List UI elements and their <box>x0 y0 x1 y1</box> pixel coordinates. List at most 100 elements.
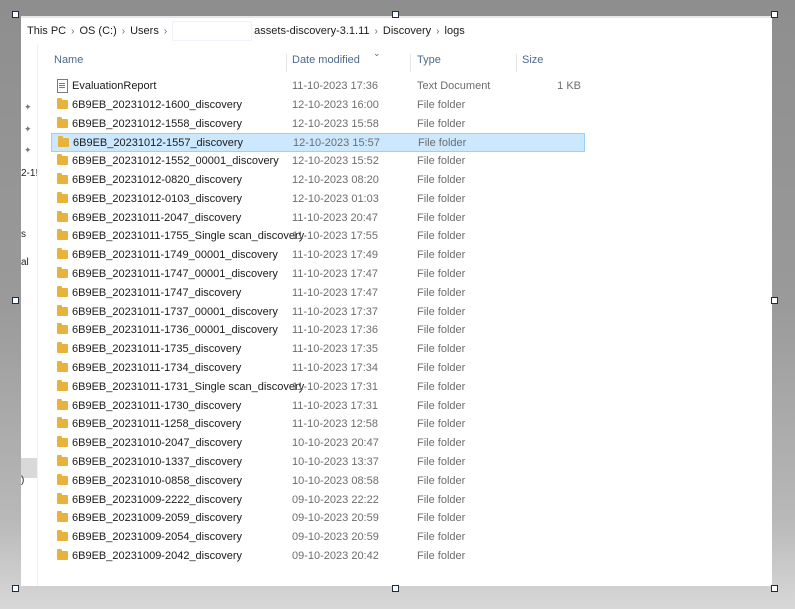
file-row[interactable]: 6B9EB_20231009-2059_discovery 09-10-2023 … <box>51 509 585 528</box>
nav-item-fragment[interactable]: ) <box>21 475 37 486</box>
file-row[interactable]: 6B9EB_20231012-0103_discovery 12-10-2023 … <box>51 190 585 209</box>
file-date-modified: 10-10-2023 13:37 <box>292 456 379 468</box>
column-name[interactable]: Name <box>54 54 287 72</box>
selection-handle[interactable] <box>12 11 19 18</box>
file-date-modified: 11-10-2023 17:35 <box>292 343 379 356</box>
file-date-modified: 10-10-2023 08:58 <box>292 474 379 487</box>
file-name: 6B9EB_20231011-1730_discovery <box>72 399 242 412</box>
file-date-modified: 11-10-2023 17:36 <box>292 80 379 92</box>
breadcrumb-os-drive[interactable]: OS (C:) <box>79 25 116 37</box>
selection-handle[interactable] <box>12 297 19 304</box>
selection-handle[interactable] <box>771 297 778 304</box>
breadcrumb-logs[interactable]: logs <box>445 25 465 37</box>
file-row[interactable]: 6B9EB_20231009-2054_discovery 09-10-2023 … <box>51 528 585 547</box>
folder-icon <box>57 530 68 542</box>
breadcrumb[interactable]: This PC › OS (C:) › Users › assets-disco… <box>21 18 772 44</box>
folder-icon <box>57 455 68 466</box>
file-date-modified: 11-10-2023 20:47 <box>292 211 379 224</box>
column-type[interactable]: Type <box>417 54 517 72</box>
file-name: 6B9EB_20231010-2047_discovery <box>72 437 243 450</box>
file-name: 6B9EB_20231011-1258_discovery <box>72 418 242 431</box>
file-type: Text Document <box>417 80 491 92</box>
file-type: File folder <box>417 456 466 468</box>
file-name: 6B9EB_20231011-1731_Single scan_discover… <box>72 380 305 393</box>
file-row[interactable]: 6B9EB_20231009-2222_discovery 09-10-2023 … <box>51 491 585 510</box>
file-name: 6B9EB_20231011-1747_00001_discovery <box>72 268 278 280</box>
file-date-modified: 11-10-2023 17:31 <box>292 399 379 412</box>
chevron-right-icon: › <box>374 25 378 37</box>
file-row[interactable]: 6B9EB_20231012-0820_discovery 12-10-2023 … <box>51 171 585 190</box>
file-name: 6B9EB_20231012-1557_discovery <box>73 137 244 150</box>
file-type: File folder <box>417 362 466 374</box>
file-name: 6B9EB_20231012-0820_discovery <box>72 174 243 186</box>
folder-icon <box>57 492 68 504</box>
breadcrumb-assets-discovery[interactable]: assets-discovery-3.1.11 <box>254 25 369 37</box>
selection-handle[interactable] <box>771 11 778 18</box>
folder-icon <box>57 398 68 410</box>
file-type: File folder <box>417 230 466 243</box>
file-name: 6B9EB_20231012-1552_00001_discovery <box>72 155 279 168</box>
pin-icon: ✦ <box>24 102 32 112</box>
file-type: File folder <box>417 324 466 337</box>
file-row[interactable]: 6B9EB_20231011-1735_discovery 11-10-2023 … <box>51 340 585 359</box>
file-row[interactable]: 6B9EB_20231011-2047_discovery 11-10-2023 … <box>51 209 585 228</box>
file-row[interactable]: 6B9EB_20231011-1747_00001_discovery 11-10… <box>51 265 585 284</box>
pin-icon: ✦ <box>24 145 32 155</box>
selection-handle[interactable] <box>392 585 399 592</box>
file-type: File folder <box>417 155 466 168</box>
file-row[interactable]: 6B9EB_20231011-1734_discovery 11-10-2023 … <box>51 359 585 378</box>
column-date-modified[interactable]: Date modified <box>292 54 411 72</box>
file-row[interactable]: EvaluationReport 11-10-2023 17:36 Text Doc… <box>51 77 585 96</box>
file-row[interactable]: 6B9EB_20231012-1558_discovery 12-10-2023 … <box>51 115 585 134</box>
file-name: 6B9EB_20231011-1737_00001_discovery <box>72 305 278 318</box>
navigation-pane[interactable]: ✦ ✦ ✦ 2-1! s al ) <box>21 44 38 586</box>
file-row[interactable]: 6B9EB_20231011-1258_discovery 11-10-2023 … <box>51 415 585 434</box>
nav-item-fragment[interactable]: s <box>21 229 37 240</box>
folder-icon <box>57 473 68 485</box>
file-row[interactable]: 6B9EB_20231011-1749_00001_discovery 11-10… <box>51 246 585 265</box>
column-header: ⌄ Name Date modified Type Size <box>51 48 771 72</box>
selection-handle[interactable] <box>771 585 778 592</box>
selection-handle[interactable] <box>12 585 19 592</box>
folder-icon <box>57 361 68 372</box>
file-name: 6B9EB_20231009-2042_discovery <box>72 550 243 562</box>
selection-handle[interactable] <box>392 11 399 18</box>
file-type: File folder <box>417 380 466 393</box>
column-size[interactable]: Size <box>522 54 582 72</box>
breadcrumb-this-pc[interactable]: This PC <box>27 25 66 37</box>
file-row[interactable]: 6B9EB_20231010-0858_discovery 10-10-2023 … <box>51 472 585 491</box>
file-row[interactable]: 6B9EB_20231012-1552_00001_discovery 12-10… <box>51 152 585 171</box>
folder-icon <box>57 97 68 109</box>
file-name: 6B9EB_20231010-1337_discovery <box>72 456 243 468</box>
file-type: File folder <box>417 192 466 205</box>
file-name: 6B9EB_20231012-1558_discovery <box>72 117 243 130</box>
file-name: 6B9EB_20231012-1600_discovery <box>72 98 243 111</box>
folder-icon <box>57 379 68 391</box>
breadcrumb-discovery[interactable]: Discovery <box>383 25 431 37</box>
file-row[interactable]: 6B9EB_20231010-1337_discovery 10-10-2023 … <box>51 453 585 472</box>
file-type: File folder <box>417 437 466 450</box>
file-name: 6B9EB_20231010-0858_discovery <box>72 474 243 487</box>
file-type: File folder <box>417 512 466 525</box>
file-name: 6B9EB_20231009-2054_discovery <box>72 531 243 544</box>
nav-item-fragment[interactable]: al <box>21 257 37 268</box>
file-date-modified: 12-10-2023 15:57 <box>293 137 380 150</box>
breadcrumb-users[interactable]: Users <box>130 25 159 37</box>
file-row[interactable]: 6B9EB_20231010-2047_discovery 10-10-2023 … <box>51 434 585 453</box>
file-row[interactable]: 6B9EB_20231011-1747_discovery 11-10-2023 … <box>51 284 585 303</box>
file-row[interactable]: 6B9EB_20231011-1731_Single scan_discover… <box>51 378 585 397</box>
file-date-modified: 11-10-2023 17:34 <box>292 362 379 374</box>
breadcrumb-redacted-user[interactable] <box>172 21 253 41</box>
file-date-modified: 11-10-2023 17:36 <box>292 324 379 337</box>
file-type: File folder <box>417 399 466 412</box>
file-row[interactable]: 6B9EB_20231011-1736_00001_discovery 11-10… <box>51 321 585 340</box>
file-row-selected[interactable]: 6B9EB_20231012-1557_discovery 12-10-2023 … <box>51 133 585 153</box>
nav-item-fragment[interactable]: 2-1! <box>21 168 37 179</box>
file-row[interactable]: 6B9EB_20231009-2042_discovery 09-10-2023 … <box>51 547 585 566</box>
file-name: 6B9EB_20231011-1736_00001_discovery <box>72 324 278 337</box>
file-row[interactable]: 6B9EB_20231011-1737_00001_discovery 11-10… <box>51 303 585 322</box>
file-row[interactable]: 6B9EB_20231011-1730_discovery 11-10-2023 … <box>51 397 585 416</box>
folder-icon <box>57 248 68 260</box>
file-row[interactable]: 6B9EB_20231011-1755_Single scan_discover… <box>51 227 585 246</box>
file-row[interactable]: 6B9EB_20231012-1600_discovery 12-10-2023 … <box>51 96 585 115</box>
